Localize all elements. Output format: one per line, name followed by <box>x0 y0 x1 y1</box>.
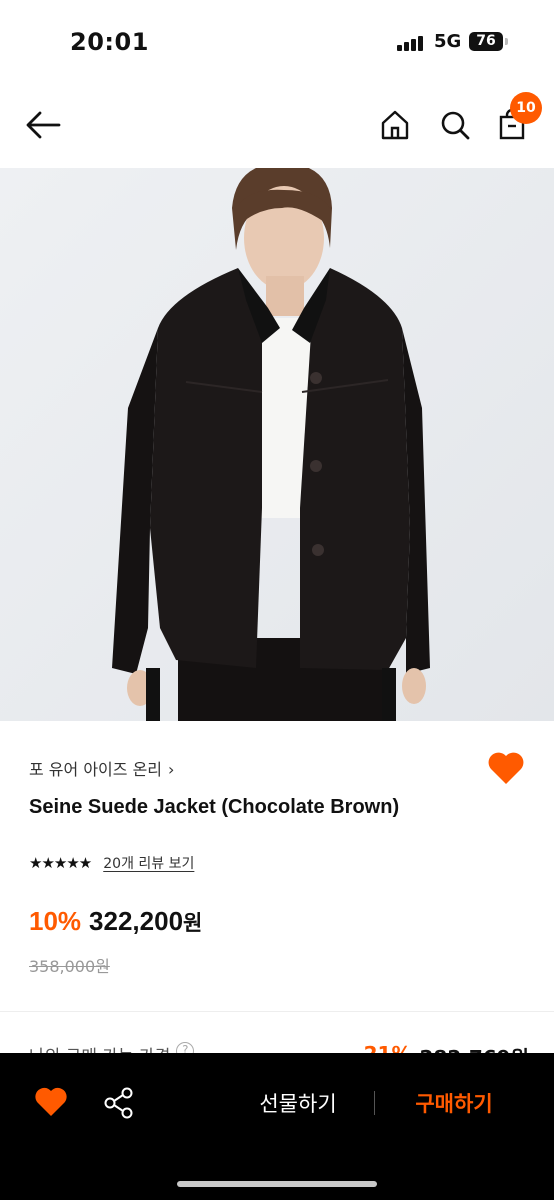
discount-rate: 10% <box>29 906 82 936</box>
rating-row: ★★★★★ 20개 리뷰 보기 <box>29 853 194 873</box>
share-icon <box>104 1087 133 1119</box>
top-nav <box>0 80 554 168</box>
status-bar: 20:01 5G 76 <box>0 0 554 80</box>
heart-icon <box>35 1087 67 1116</box>
home-icon <box>381 110 409 140</box>
cart-count-badge: 10 <box>510 92 542 124</box>
sale-price: 322,200원 <box>89 906 202 937</box>
network-label: 5G <box>434 31 462 52</box>
original-price: 358,000원 <box>29 957 110 976</box>
price-row: 10% 322,200원 <box>29 906 202 937</box>
bottom-wishlist-button[interactable] <box>34 1086 68 1118</box>
bar-separator <box>374 1091 375 1115</box>
wishlist-button[interactable] <box>487 750 525 786</box>
gift-button[interactable]: 선물하기 <box>240 1085 356 1121</box>
back-button[interactable] <box>24 106 62 144</box>
section-divider <box>0 1011 554 1012</box>
battery-icon: 76 <box>469 32 503 51</box>
signal-icon <box>397 36 425 51</box>
share-button[interactable] <box>102 1086 136 1120</box>
product-image[interactable] <box>0 168 554 721</box>
brand-name: 포 유어 아이즈 온리 <box>29 760 163 779</box>
heart-icon <box>488 752 524 784</box>
sale-price-value: 322,200 <box>89 906 184 936</box>
star-rating-icon: ★★★★★ <box>29 854 92 872</box>
review-link[interactable]: 20개 리뷰 보기 <box>103 853 194 873</box>
bottom-action-bar: 선물하기 구매하기 <box>0 1053 554 1200</box>
product-photo <box>0 168 554 721</box>
home-button[interactable] <box>376 106 414 144</box>
search-icon <box>441 111 470 140</box>
product-title: Seine Suede Jacket (Chocolate Brown) <box>29 796 400 818</box>
status-time: 20:01 <box>70 28 149 56</box>
chevron-right-icon: › <box>168 760 175 779</box>
arrow-left-icon <box>26 111 61 139</box>
home-indicator[interactable] <box>177 1181 377 1187</box>
battery-cap <box>505 38 508 45</box>
price-unit: 원 <box>183 912 203 935</box>
brand-link[interactable]: 포 유어 아이즈 온리 › <box>29 756 174 780</box>
buy-button[interactable]: 구매하기 <box>396 1085 512 1121</box>
search-button[interactable] <box>436 106 474 144</box>
